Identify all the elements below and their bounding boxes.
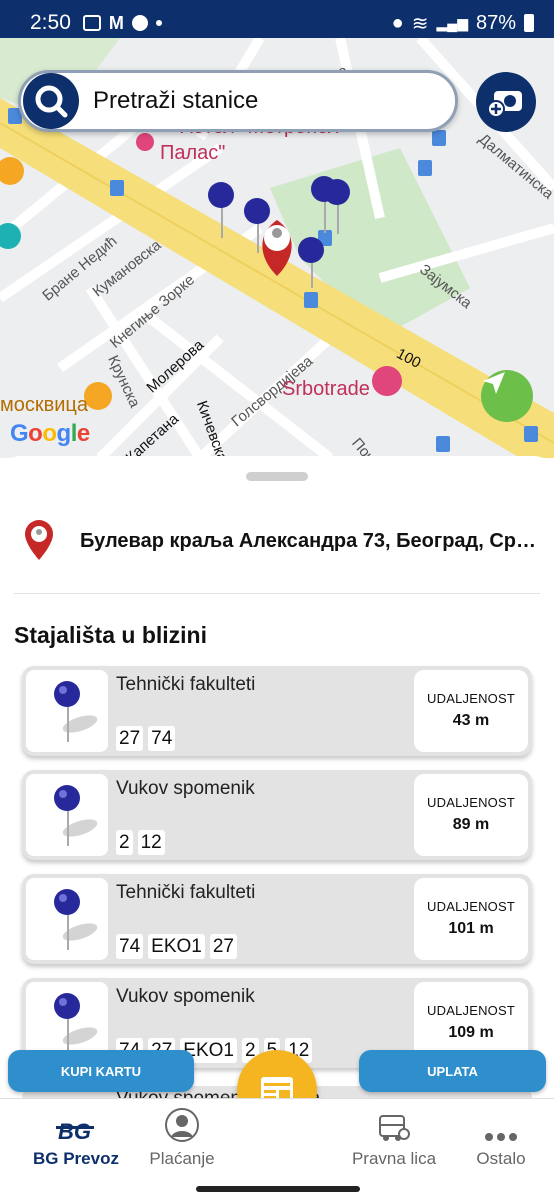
- dot-icon: [155, 20, 162, 26]
- more-icon: [485, 1133, 517, 1141]
- nav-label: BG Prevoz: [33, 1149, 119, 1168]
- navigation-arrow-icon: [483, 372, 505, 394]
- bg-logo-icon: BG: [56, 1119, 94, 1143]
- distance-box: UDALJENOST 101 m: [414, 878, 528, 960]
- sheet-drag-handle[interactable]: [246, 472, 308, 481]
- current-address[interactable]: Булевар краља Александра 73, Београд, Ср…: [22, 516, 542, 566]
- section-title: Stajališta u blizini: [14, 622, 207, 648]
- nav-bg-prevoz[interactable]: BG BG Prevoz: [24, 1099, 128, 1179]
- stop-name: Vukov spomenik: [116, 778, 255, 799]
- image-notification-icon: [82, 15, 101, 31]
- line-chip: 74: [148, 726, 176, 751]
- divider: [14, 593, 540, 594]
- battery-text: 87%: [475, 11, 516, 34]
- line-chip: 2: [116, 830, 133, 855]
- distance-label: UDALJENOST: [427, 899, 515, 914]
- wifi-icon: ≋: [411, 12, 429, 35]
- home-indicator[interactable]: [196, 1186, 360, 1192]
- distance-label: UDALJENOST: [427, 795, 515, 810]
- location-icon: ●: [391, 11, 404, 34]
- stop-pin-icon: [54, 889, 98, 950]
- distance-box: UDALJENOST 43 m: [414, 670, 528, 752]
- line-chip: 74: [116, 934, 144, 959]
- status-time: 2:50: [30, 11, 71, 34]
- bus-icon: [379, 1115, 410, 1141]
- distance-label: UDALJENOST: [427, 691, 515, 706]
- distance-value: 109 m: [448, 1024, 494, 1041]
- line-chip: 12: [137, 830, 165, 855]
- map-place-label: Палас": [160, 142, 226, 164]
- nav-pravna-lica[interactable]: Pravna lica: [344, 1099, 444, 1179]
- distance-value: 89 m: [452, 816, 490, 833]
- user-icon: [165, 1108, 199, 1142]
- address-text: Булевар краља Александра 73, Београд, Ср…: [80, 529, 540, 552]
- signal-icon: ▂▄▆: [436, 14, 468, 31]
- stop-pin-thumbnail: [26, 878, 108, 960]
- stop-name: Tehnički fakulteti: [116, 674, 256, 695]
- distance-value: 43 m: [452, 712, 490, 729]
- stop-pin-thumbnail: [26, 774, 108, 856]
- distance-value: 101 m: [448, 920, 494, 937]
- search-bar[interactable]: Pretraži stanice: [18, 70, 458, 132]
- stop-pin-thumbnail: [26, 670, 108, 752]
- svg-text:BG: BG: [58, 1119, 91, 1143]
- google-logo: Google: [10, 420, 90, 447]
- nav-ostalo[interactable]: Ostalo: [466, 1099, 536, 1179]
- payment-button[interactable]: UPLATA: [359, 1050, 546, 1092]
- line-chip: 27: [209, 934, 237, 959]
- search-icon: [23, 73, 79, 129]
- map-place-label: москвица: [0, 394, 88, 416]
- nav-label: Plaćanje: [149, 1149, 215, 1168]
- distance-box: UDALJENOST 89 m: [414, 774, 528, 856]
- stop-pin-icon: [54, 681, 98, 742]
- distance-label: UDALJENOST: [427, 1003, 515, 1018]
- bottom-navigation: BG BG Prevoz Plaćanje Pravna lica Ostalo: [0, 1098, 554, 1200]
- my-location-button[interactable]: [481, 370, 533, 422]
- message-notification-icon: [131, 15, 148, 31]
- nav-label: Pravna lica: [351, 1149, 437, 1168]
- line-chip: EKO1: [148, 934, 205, 959]
- nav-label: Ostalo: [476, 1149, 526, 1168]
- stop-card[interactable]: Tehnički fakulteti 27 74 UDALJENOST 43 m: [22, 666, 532, 756]
- stop-name: Vukov spomenik: [116, 986, 255, 1007]
- battery-icon: [524, 14, 534, 32]
- camera-add-icon: [487, 91, 522, 118]
- nav-placanje[interactable]: Plaćanje: [140, 1099, 224, 1179]
- camera-add-button[interactable]: [476, 72, 536, 132]
- stop-lines: 27 74: [116, 726, 176, 751]
- stop-pin-icon: [54, 785, 98, 846]
- stop-lines: 74 EKO1 27: [116, 934, 237, 959]
- stop-card[interactable]: Tehnički fakulteti 74 EKO1 27 UDALJENOST 1…: [22, 874, 532, 964]
- search-input[interactable]: Pretraži stanice: [93, 87, 258, 115]
- line-chip: 27: [116, 726, 144, 751]
- map-place-label: Srbotrade: [282, 378, 370, 400]
- notification-icons: M: [82, 12, 162, 34]
- stop-card[interactable]: Vukov spomenik 2 12 UDALJENOST 89 m: [22, 770, 532, 860]
- stop-lines: 2 12: [116, 830, 165, 855]
- gmail-notification-icon: M: [108, 12, 124, 33]
- location-pin-icon: [22, 520, 56, 562]
- buy-ticket-button[interactable]: KUPI KARTU: [8, 1050, 194, 1092]
- stop-name: Tehnički fakulteti: [116, 882, 256, 903]
